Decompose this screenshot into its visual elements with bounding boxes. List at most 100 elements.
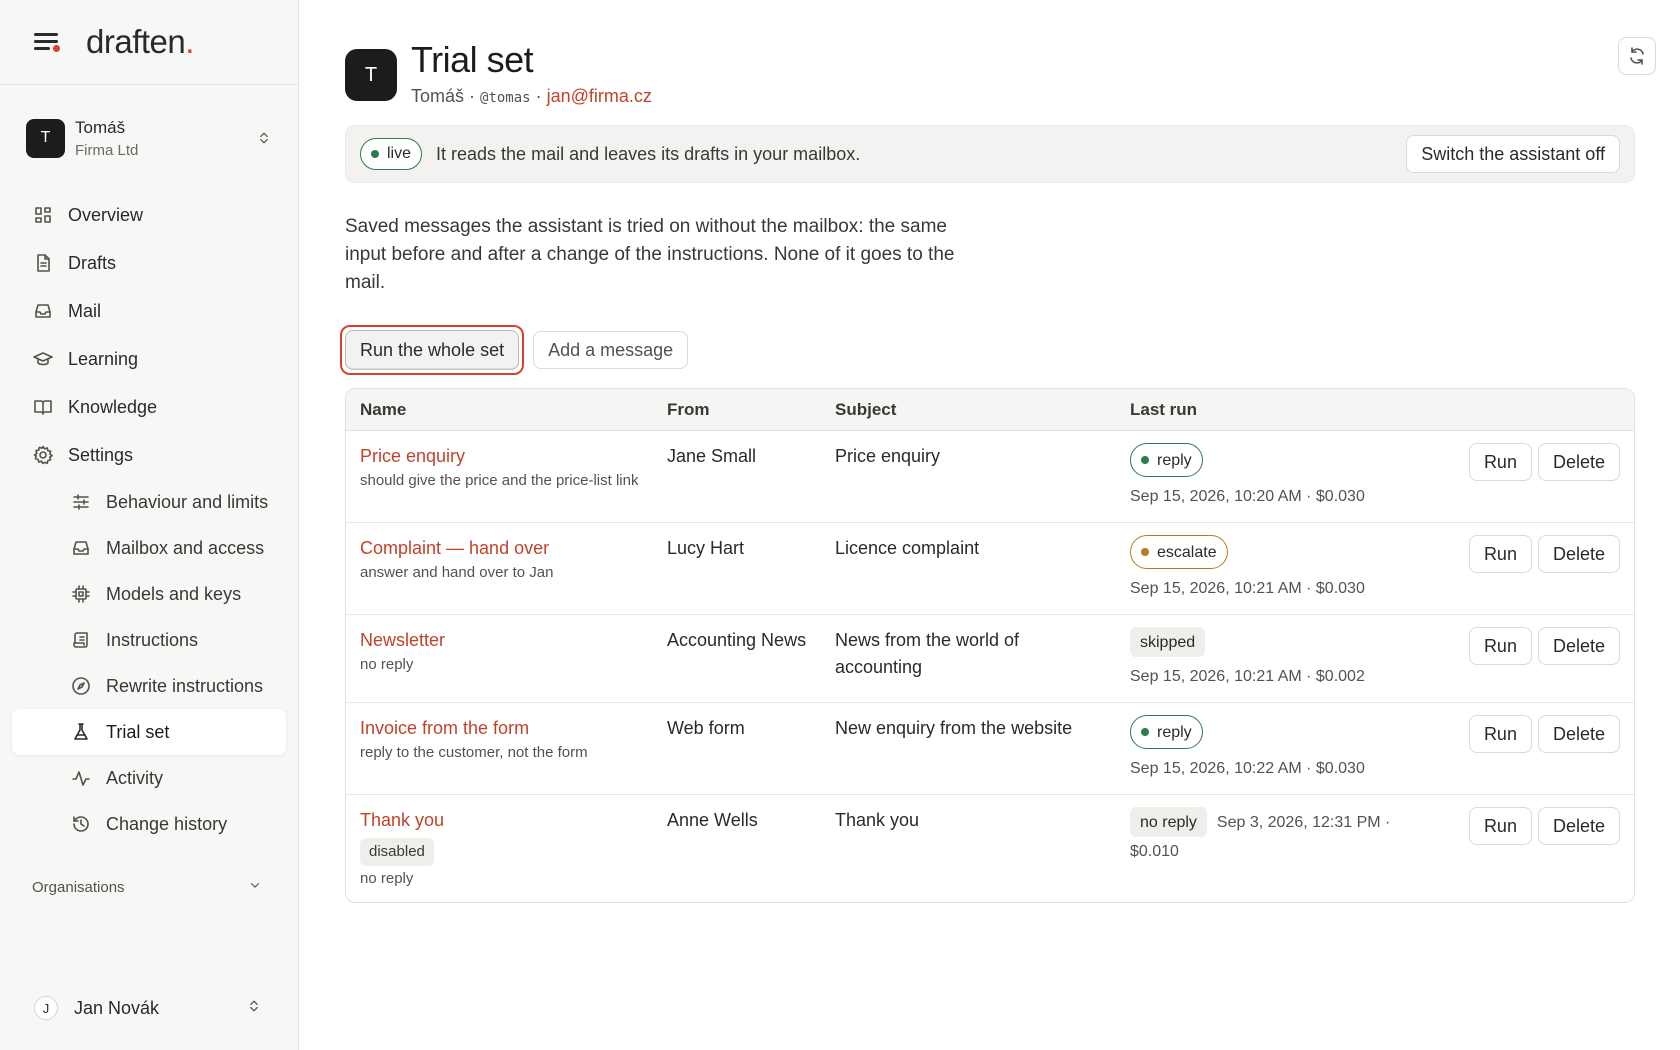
cell-name: Newsletter no reply <box>346 615 653 703</box>
sidebar-item-change-history[interactable]: Change history <box>12 801 286 847</box>
status-badge-label: live <box>387 145 412 162</box>
message-name-link[interactable]: Price enquiry <box>360 443 465 470</box>
run-button[interactable]: Run <box>1468 535 1532 573</box>
refresh-icon <box>1630 47 1644 65</box>
sidebar-item-label: Rewrite instructions <box>106 675 264 696</box>
menu-icon[interactable] <box>32 29 62 55</box>
refresh-button[interactable] <box>1618 37 1656 75</box>
profile-subtitle: Tomáš · @tomas · jan@firma.cz <box>411 86 652 107</box>
sidebar-nav: Overview Drafts Mail Learning Knowledge … <box>0 191 298 847</box>
delete-button[interactable]: Delete <box>1537 627 1620 665</box>
profile-avatar: T <box>345 49 397 101</box>
inbox-icon <box>70 537 92 559</box>
organisations-label: Organisations <box>32 878 125 896</box>
message-name-link[interactable]: Complaint — hand over <box>360 535 549 562</box>
cell-actions: Run Delete <box>1446 431 1634 523</box>
user-avatar: J <box>34 996 58 1020</box>
delete-button[interactable]: Delete <box>1537 715 1620 753</box>
chevron-down-icon <box>248 878 262 897</box>
sidebar-item-learning[interactable]: Learning <box>12 335 286 383</box>
sidebar-item-label: Models and keys <box>106 583 242 604</box>
sidebar-item-mailbox[interactable]: Mailbox and access <box>12 525 286 571</box>
cell-name: Price enquiry should give the price and … <box>346 431 653 523</box>
run-button[interactable]: Run <box>1468 715 1532 753</box>
result-label: reply <box>1157 723 1192 741</box>
sidebar-item-label: Change history <box>106 813 228 834</box>
user-menu[interactable]: J Jan Novák <box>0 990 298 1026</box>
sidebar-item-models[interactable]: Models and keys <box>12 571 286 617</box>
account-name: Tomáš <box>75 117 126 137</box>
sidebar-item-mail[interactable]: Mail <box>12 287 286 335</box>
table-header-row: Name From Subject Last run <box>346 389 1634 431</box>
sidebar-item-label: Overview <box>68 204 144 225</box>
delete-button[interactable]: Delete <box>1537 807 1620 845</box>
cell-subject: Licence complaint <box>821 523 1116 615</box>
add-message-button[interactable]: Add a message <box>533 331 689 369</box>
run-button[interactable]: Run <box>1468 627 1532 665</box>
logo[interactable]: draften. <box>86 23 194 61</box>
activity-icon <box>70 767 92 789</box>
cell-from: Jane Small <box>653 431 821 523</box>
sidebar-item-label: Mailbox and access <box>106 537 265 558</box>
cell-from: Accounting News <box>653 615 821 703</box>
result-badge: escalate <box>1130 535 1228 569</box>
cell-from: Web form <box>653 703 821 795</box>
assistant-status-banner: live It reads the mail and leaves its dr… <box>345 125 1635 183</box>
sliders-icon <box>70 491 92 513</box>
result-badge: reply <box>1130 443 1203 477</box>
message-note: no reply <box>360 656 414 673</box>
sidebar-item-label: Trial set <box>106 721 170 742</box>
page-header: T Trial set Tomáš · @tomas · jan@firma.c… <box>345 40 1680 107</box>
account-avatar: T <box>26 118 65 158</box>
sidebar-item-knowledge[interactable]: Knowledge <box>12 383 286 431</box>
status-badge: live <box>360 138 423 170</box>
sidebar-item-instructions[interactable]: Instructions <box>12 617 286 663</box>
column-header-last-run: Last run <box>1116 389 1446 431</box>
sidebar-item-rewrite[interactable]: Rewrite instructions <box>12 663 286 709</box>
run-meta: Sep 15, 2026, 10:22 AM · $0.030 <box>1130 760 1365 777</box>
cell-name: Thank you disabled no reply <box>346 795 653 902</box>
sidebar: draften. T Tomáš Firma Ltd Overview Draf… <box>0 0 299 1050</box>
account-org: Firma Ltd <box>75 141 139 159</box>
sidebar-item-drafts[interactable]: Drafts <box>12 239 286 287</box>
sidebar-item-behaviour[interactable]: Behaviour and limits <box>12 479 286 525</box>
run-whole-set-button[interactable]: Run the whole set <box>345 330 520 370</box>
compass-icon <box>70 675 92 697</box>
profile-name: Tomáš <box>411 86 465 106</box>
focus-ring: Run the whole set <box>340 325 525 375</box>
message-name-link[interactable]: Newsletter <box>360 627 445 654</box>
column-header-subject: Subject <box>821 389 1116 431</box>
sidebar-item-label: Mail <box>68 300 102 321</box>
separator: · <box>530 86 547 106</box>
run-button[interactable]: Run <box>1468 443 1532 481</box>
cell-from: Anne Wells <box>667 810 758 830</box>
profile-email-link[interactable]: jan@firma.cz <box>547 86 652 106</box>
switch-assistant-off-button[interactable]: Switch the assistant off <box>1406 135 1620 173</box>
cell-name: Complaint — hand over answer and hand ov… <box>346 523 653 615</box>
cell-from: Lucy Hart <box>653 523 821 615</box>
table-row: Thank you disabled no reply Anne Wells T… <box>346 795 1634 902</box>
sidebar-item-settings[interactable]: Settings <box>12 431 286 479</box>
sidebar-item-label: Knowledge <box>68 396 158 417</box>
message-name-link[interactable]: Thank you <box>360 807 444 834</box>
result-badge: reply <box>1130 715 1203 749</box>
sidebar-item-trial-set[interactable]: Trial set <box>12 709 286 755</box>
account-switcher[interactable]: T Tomáš Firma Ltd <box>0 85 298 191</box>
organisations-toggle[interactable]: Organisations <box>0 875 298 899</box>
sidebar-item-overview[interactable]: Overview <box>12 191 286 239</box>
flask-icon <box>70 721 92 743</box>
cell-last-run: no reply Sep 3, 2026, 12:31 PM · $0.010 <box>1116 795 1446 902</box>
cell-last-run: reply Sep 15, 2026, 10:22 AM · $0.030 <box>1116 703 1446 795</box>
sidebar-item-activity[interactable]: Activity <box>12 755 286 801</box>
sidebar-item-label: Behaviour and limits <box>106 491 269 512</box>
delete-button[interactable]: Delete <box>1537 535 1620 573</box>
scroll-icon <box>70 629 92 651</box>
delete-button[interactable]: Delete <box>1537 443 1620 481</box>
column-header-from: From <box>653 389 821 431</box>
message-name-link[interactable]: Invoice from the form <box>360 715 529 742</box>
cell-last-run: skipped Sep 15, 2026, 10:21 AM · $0.002 <box>1116 615 1446 703</box>
book-icon <box>32 396 54 418</box>
sidebar-item-label: Drafts <box>68 252 117 273</box>
cell-actions: Run Delete <box>1446 615 1634 703</box>
run-button[interactable]: Run <box>1468 807 1532 845</box>
